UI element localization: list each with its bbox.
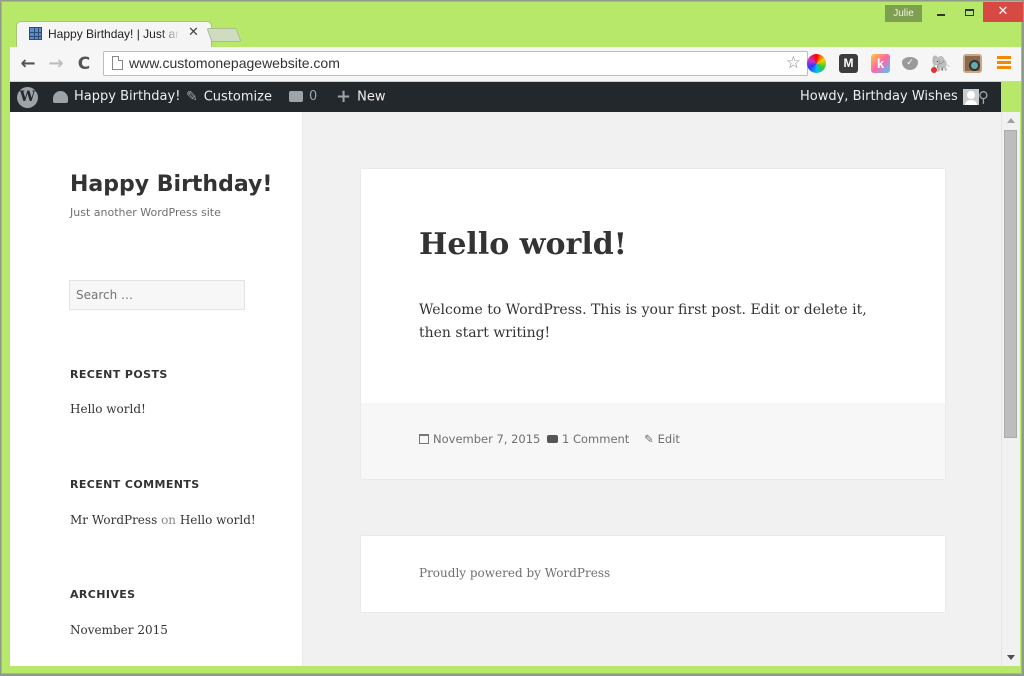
admin-bar-new[interactable]: + New [336, 82, 385, 112]
scroll-down-arrow-icon[interactable] [1007, 655, 1015, 660]
comment-author-link[interactable]: Mr WordPress [70, 513, 157, 527]
dashboard-icon [53, 90, 68, 103]
post-title[interactable]: Hello world! [419, 227, 627, 262]
recent-post-link[interactable]: Hello world! [70, 402, 146, 416]
new-tab-button[interactable] [206, 28, 242, 42]
browser-window: Julie ✕ Happy Birthday! | Just another W… [1, 1, 1023, 674]
sidebar: Happy Birthday! Just another WordPress s… [10, 112, 302, 666]
title-bar: Julie ✕ Happy Birthday! | Just another W… [2, 2, 1023, 47]
comment-bubble-icon [289, 91, 303, 102]
scroll-up-arrow-icon[interactable] [1007, 118, 1015, 123]
new-label: New [357, 89, 386, 105]
comment-icon [547, 435, 558, 443]
maximize-button[interactable] [955, 2, 983, 22]
reload-button[interactable]: C [73, 53, 95, 75]
site-name-label: Happy Birthday! [74, 89, 181, 104]
wp-admin-bar: W Happy Birthday! ✎ Customize 0 + New Howd… [10, 82, 1001, 112]
post-date[interactable]: November 7, 2015 [419, 432, 540, 446]
calendar-icon [419, 434, 429, 444]
profile-badge[interactable]: Julie [885, 5, 922, 22]
search-input[interactable] [69, 280, 245, 310]
admin-bar-account[interactable]: Howdy, Birthday Wishes [800, 82, 979, 112]
vertical-scrollbar[interactable] [1001, 112, 1020, 666]
favicon-icon [29, 27, 42, 40]
instagram-extension-icon[interactable] [963, 54, 982, 73]
comment-connector: on [161, 513, 177, 527]
site-description: Just another WordPress site [70, 206, 221, 219]
pocket-extension-icon[interactable]: ✓ [902, 57, 918, 70]
wordpress-logo-icon[interactable]: W [17, 87, 38, 108]
admin-bar-search-icon[interactable]: ⚲ [978, 82, 989, 112]
chrome-menu-icon[interactable] [994, 54, 1013, 73]
brush-icon: ✎ [186, 89, 198, 105]
forward-button[interactable]: → [45, 53, 67, 75]
site-footer: Proudly powered by WordPress [361, 536, 945, 612]
comments-count: 0 [309, 89, 318, 104]
archive-link[interactable]: November 2015 [70, 623, 168, 637]
minimize-icon [937, 13, 945, 16]
avatar [962, 88, 979, 105]
post-card: Hello world! Welcome to WordPress. This … [361, 169, 945, 479]
post-edit-link[interactable]: ✎ Edit [644, 432, 680, 446]
admin-bar-customize[interactable]: ✎ Customize [186, 82, 272, 112]
tab-active[interactable]: Happy Birthday! | Just another WordPress… [16, 21, 212, 47]
post-content: Welcome to WordPress. This is your first… [419, 302, 867, 341]
color-wheel-extension-icon[interactable] [807, 54, 826, 73]
admin-bar-site-name[interactable]: Happy Birthday! [53, 82, 180, 112]
post-comments-link[interactable]: 1 Comment [547, 432, 629, 446]
recent-comments-heading: Recent Comments [70, 478, 200, 491]
maximize-icon [964, 9, 974, 16]
browser-toolbar: ← → C www.customonepagewebsite.com ☆ M k… [10, 47, 1021, 82]
howdy-label: Howdy, Birthday Wishes [800, 89, 958, 104]
footer-credit-link[interactable]: Proudly powered by WordPress [419, 566, 610, 580]
m-extension-icon[interactable]: M [839, 54, 858, 73]
page-icon [112, 56, 123, 70]
post-meta: November 7, 2015 1 Comment ✎ Edit [361, 403, 945, 479]
k-extension-icon[interactable]: k [871, 54, 890, 73]
scroll-thumb[interactable] [1004, 130, 1017, 438]
plus-icon: + [336, 86, 352, 107]
archives-heading: Archives [70, 588, 136, 601]
recent-comment-item: Mr WordPress on Hello world! [70, 513, 256, 527]
tab-close-icon[interactable]: ✕ [188, 25, 199, 40]
comment-post-link[interactable]: Hello world! [180, 513, 256, 527]
page-viewport: Happy Birthday! Just another WordPress s… [10, 112, 1001, 666]
back-button[interactable]: ← [17, 53, 39, 75]
close-window-button[interactable]: ✕ [983, 2, 1023, 22]
tab-title: Happy Birthday! | Just another WordPress… [48, 27, 180, 41]
evernote-extension-icon[interactable]: 🐘 [931, 54, 951, 73]
recent-posts-heading: Recent Posts [70, 368, 168, 381]
site-title[interactable]: Happy Birthday! [70, 172, 272, 197]
pencil-icon: ✎ [644, 432, 654, 446]
url-text[interactable]: www.customonepagewebsite.com [129, 55, 340, 71]
minimize-button[interactable] [927, 2, 955, 22]
admin-bar-comments[interactable]: 0 [289, 82, 317, 112]
bookmark-star-icon[interactable]: ☆ [786, 53, 801, 73]
customize-label: Customize [203, 89, 272, 105]
address-bar[interactable]: www.customonepagewebsite.com ☆ [103, 51, 808, 76]
